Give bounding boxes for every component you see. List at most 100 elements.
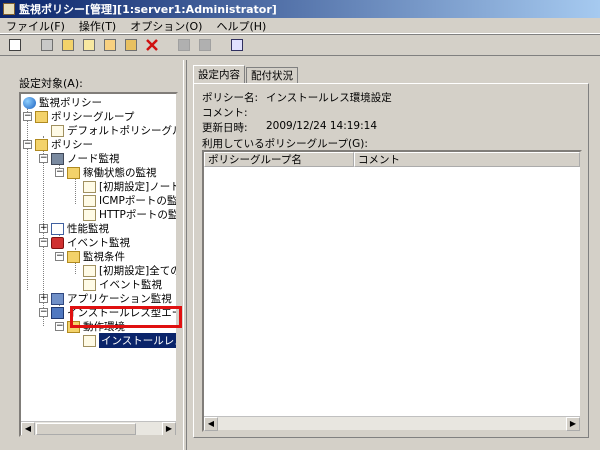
tree-node-event-monitor[interactable]: イベント監視 [51, 236, 130, 249]
new-button[interactable] [38, 36, 56, 54]
comment-key: コメント: [202, 107, 248, 119]
edit-button[interactable] [80, 36, 98, 54]
detail-panel: ポリシー名: インストールレス環境設定 コメント: 更新日時: 2009/12/… [193, 83, 589, 438]
tree-node-label: イベント監視 [99, 279, 162, 291]
refresh-icon [231, 39, 243, 51]
tree-node-perf-monitor[interactable]: 性能監視 [51, 222, 109, 235]
comment-row: コメント: [202, 105, 266, 120]
window-title: 監視ポリシー[管理][1:server1:Administrator] [19, 3, 277, 16]
open-icon [62, 39, 74, 51]
pane-splitter[interactable] [183, 60, 187, 450]
folder-icon [35, 138, 48, 151]
folder-icon [67, 250, 80, 263]
collapse-toggle[interactable]: − [23, 112, 32, 121]
scroll-right-button[interactable]: ▶ [566, 417, 580, 431]
app-icon [3, 3, 15, 15]
tree-node-http-port[interactable]: HTTPポートの監視 [83, 208, 178, 221]
column-header-group-name[interactable]: ポリシーグループ名 [204, 152, 354, 167]
tree-node-icmp-port[interactable]: ICMPポートの監視 [83, 194, 178, 207]
tree-label: 設定対象(A): [19, 77, 83, 90]
tree-node-init-all[interactable]: [初期設定]全てのイ [83, 264, 176, 277]
document-icon [83, 278, 96, 291]
scroll-right-button[interactable]: ▶ [162, 422, 176, 435]
menu-options[interactable]: オプション(O) [130, 18, 202, 34]
policy-name-key: ポリシー名: [202, 92, 259, 104]
collapse-toggle[interactable]: − [23, 140, 32, 149]
document-icon [83, 264, 96, 277]
tree-node-label: イベント監視 [67, 237, 130, 249]
title-bar: 監視ポリシー[管理][1:server1:Administrator] [0, 0, 600, 18]
collapse-toggle[interactable]: − [39, 154, 48, 163]
tree-line [75, 178, 76, 204]
agent-icon [51, 306, 64, 319]
tree-node-policy-group[interactable]: ポリシーグループ [35, 110, 134, 123]
tab-settings[interactable]: 設定内容 [193, 65, 245, 83]
tree-node-init-node[interactable]: [初期設定]ノード稼 [83, 180, 176, 193]
tree-node-node-monitor[interactable]: ノード監視 [51, 152, 120, 165]
column-header-comment[interactable]: コメント [354, 152, 580, 167]
tree-node-label: [初期設定]ノード稼 [99, 181, 176, 193]
expand-toggle[interactable]: + [39, 224, 48, 233]
detail-tabs: 設定内容 配付状況 [193, 65, 299, 83]
properties-icon [9, 39, 21, 51]
toolbar [0, 34, 600, 56]
tree-node-label: デフォルトポリシーグルー [67, 125, 176, 137]
tree-node-label: ノード監視 [67, 153, 120, 165]
menu-operation[interactable]: 操作(T) [79, 18, 116, 34]
tree-node-policy[interactable]: ポリシー [35, 138, 93, 151]
document-icon [51, 124, 64, 137]
alarm-icon [51, 236, 64, 249]
tree-node-label: 稼働状態の監視 [83, 167, 157, 179]
collapse-toggle[interactable]: − [55, 252, 64, 261]
collapse-toggle[interactable]: − [39, 308, 48, 317]
policy-tree[interactable]: 監視ポリシー − ポリシーグループ デフォルトポリシーグルー − ポリシー − … [19, 92, 178, 437]
collapse-toggle[interactable]: − [55, 168, 64, 177]
updated-value: 2009/12/24 14:19:14 [266, 120, 378, 132]
disabled-icon-2 [199, 39, 211, 51]
collapse-toggle[interactable]: − [55, 322, 64, 331]
tree-horizontal-scrollbar[interactable]: ◀ ▶ [21, 421, 176, 435]
folder-icon [67, 166, 80, 179]
menu-help[interactable]: ヘルプ(H) [216, 18, 266, 34]
copy-button[interactable] [101, 36, 119, 54]
scroll-left-button[interactable]: ◀ [204, 417, 218, 431]
scroll-thumb[interactable] [36, 423, 136, 435]
menu-file[interactable]: ファイル(F) [6, 18, 65, 34]
collapse-toggle[interactable]: − [39, 238, 48, 247]
tree-line [27, 108, 28, 290]
tree-node-monitor-condition[interactable]: 監視条件 [67, 250, 125, 263]
disabled-button-1[interactable] [175, 36, 193, 54]
expand-toggle[interactable]: + [39, 294, 48, 303]
policy-group-list[interactable]: ポリシーグループ名 コメント ◀ ▶ [202, 150, 582, 432]
edit-icon [83, 39, 95, 51]
copy-icon [104, 39, 116, 51]
tree-node-root[interactable]: 監視ポリシー [23, 96, 102, 109]
highlight-annotation [70, 306, 182, 328]
properties-button[interactable] [6, 36, 24, 54]
document-icon [83, 180, 96, 193]
disabled-button-2[interactable] [196, 36, 214, 54]
tree-node-event-watch[interactable]: イベント監視 [83, 278, 162, 291]
tree-node-default-group[interactable]: デフォルトポリシーグルー [51, 124, 176, 137]
tree-node-app-monitor[interactable]: アプリケーション監視 [51, 292, 172, 305]
tree-node-installless[interactable]: インストールレス環 [83, 333, 176, 348]
new-icon [41, 39, 53, 51]
disabled-icon-1 [178, 39, 190, 51]
open-button[interactable] [59, 36, 77, 54]
policy-name-value: インストールレス環境設定 [266, 92, 392, 104]
used-groups-label: 利用しているポリシーグループ(G): [202, 138, 368, 150]
tree-node-label: アプリケーション監視 [67, 293, 172, 305]
tree-node-label: ポリシーグループ [51, 111, 135, 123]
refresh-button[interactable] [228, 36, 246, 54]
document-icon [83, 334, 96, 347]
delete-button[interactable] [143, 36, 161, 54]
paste-button[interactable] [122, 36, 140, 54]
tab-distribution[interactable]: 配付状況 [246, 67, 298, 83]
tree-node-operation-monitor[interactable]: 稼働状態の監視 [67, 166, 157, 179]
document-icon [83, 194, 96, 207]
scroll-left-button[interactable]: ◀ [21, 422, 35, 435]
list-horizontal-scrollbar[interactable]: ◀ ▶ [204, 416, 580, 431]
tree-node-label: HTTPポートの監視 [99, 209, 178, 221]
tree-node-label: ICMPポートの監視 [99, 195, 178, 207]
globe-icon [23, 96, 36, 109]
